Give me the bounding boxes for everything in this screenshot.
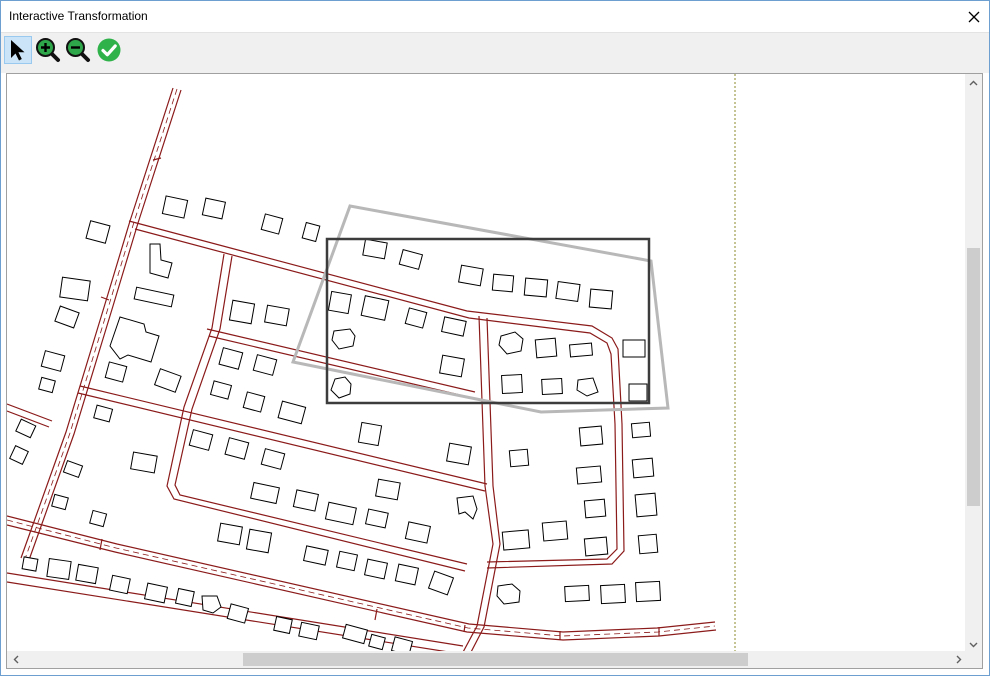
toolbar: [1, 32, 989, 73]
apply-button[interactable]: [95, 36, 123, 64]
scrollbar-corner: [965, 651, 982, 668]
vertical-scroll-thumb[interactable]: [967, 248, 980, 506]
window-title: Interactive Transformation: [9, 9, 148, 23]
chevron-up-icon: [969, 80, 978, 85]
horizontal-scroll-thumb[interactable]: [243, 653, 748, 666]
building-footprints: [9, 195, 662, 654]
select-tool-button[interactable]: [4, 36, 32, 64]
chevron-left-icon: [13, 655, 18, 664]
vertical-scrollbar[interactable]: [965, 74, 982, 653]
cadastral-map-canvas[interactable]: [7, 74, 967, 654]
zoom-out-button[interactable]: [64, 36, 92, 64]
close-icon: [968, 11, 980, 22]
scroll-left-button[interactable]: [7, 651, 24, 668]
zoom-in-button[interactable]: [34, 36, 62, 64]
zoom-out-icon: [66, 38, 90, 62]
close-button[interactable]: [959, 1, 989, 32]
title-bar: Interactive Transformation: [1, 1, 989, 32]
horizontal-scrollbar[interactable]: [7, 651, 967, 668]
chevron-down-icon: [969, 642, 978, 647]
checkmark-icon: [97, 38, 121, 62]
map-viewport[interactable]: [6, 73, 983, 669]
arrow-pointer-icon: [11, 40, 25, 61]
chevron-right-icon: [956, 655, 961, 664]
scroll-up-button[interactable]: [965, 74, 982, 91]
zoom-in-icon: [36, 38, 60, 62]
interactive-transformation-window: Interactive Transformation: [0, 0, 990, 676]
